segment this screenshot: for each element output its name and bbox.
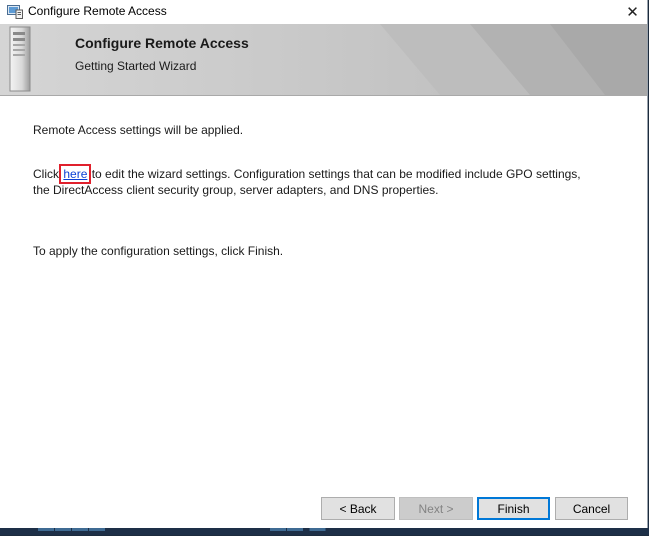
cancel-button[interactable]: Cancel bbox=[555, 497, 628, 520]
wizard-window: Configure Remote Access ✕ Configure Remo… bbox=[0, 0, 648, 528]
summary-text: Remote Access settings will be applied. bbox=[33, 123, 244, 137]
edit-settings-text-continued: the DirectAccess client security group, … bbox=[33, 183, 439, 197]
edit-settings-suffix: to edit the wizard settings. Configurati… bbox=[88, 167, 581, 181]
server-icon bbox=[9, 26, 31, 92]
edit-settings-link[interactable]: here bbox=[59, 164, 92, 184]
remote-access-icon bbox=[7, 4, 23, 19]
next-button[interactable]: Next > bbox=[399, 497, 473, 520]
title-bar: Configure Remote Access ✕ bbox=[0, 0, 647, 24]
close-button[interactable]: ✕ bbox=[618, 0, 647, 24]
wizard-button-bar: < Back Next > Finish Cancel bbox=[0, 497, 647, 521]
back-button[interactable]: < Back bbox=[321, 497, 395, 520]
header-divider bbox=[0, 95, 647, 96]
edit-settings-text: Click here to edit the wizard settings. … bbox=[33, 164, 581, 184]
wizard-title: Configure Remote Access bbox=[75, 35, 249, 51]
wizard-header: Configure Remote Access Getting Started … bbox=[0, 24, 647, 95]
finish-instruction: To apply the configuration settings, cli… bbox=[33, 244, 284, 258]
header-decoration bbox=[380, 24, 647, 95]
window-title: Configure Remote Access bbox=[28, 4, 167, 18]
finish-button[interactable]: Finish bbox=[477, 497, 550, 520]
wizard-subtitle: Getting Started Wizard bbox=[75, 59, 197, 73]
close-icon: ✕ bbox=[626, 4, 639, 21]
edit-settings-prefix: Click bbox=[33, 167, 63, 181]
